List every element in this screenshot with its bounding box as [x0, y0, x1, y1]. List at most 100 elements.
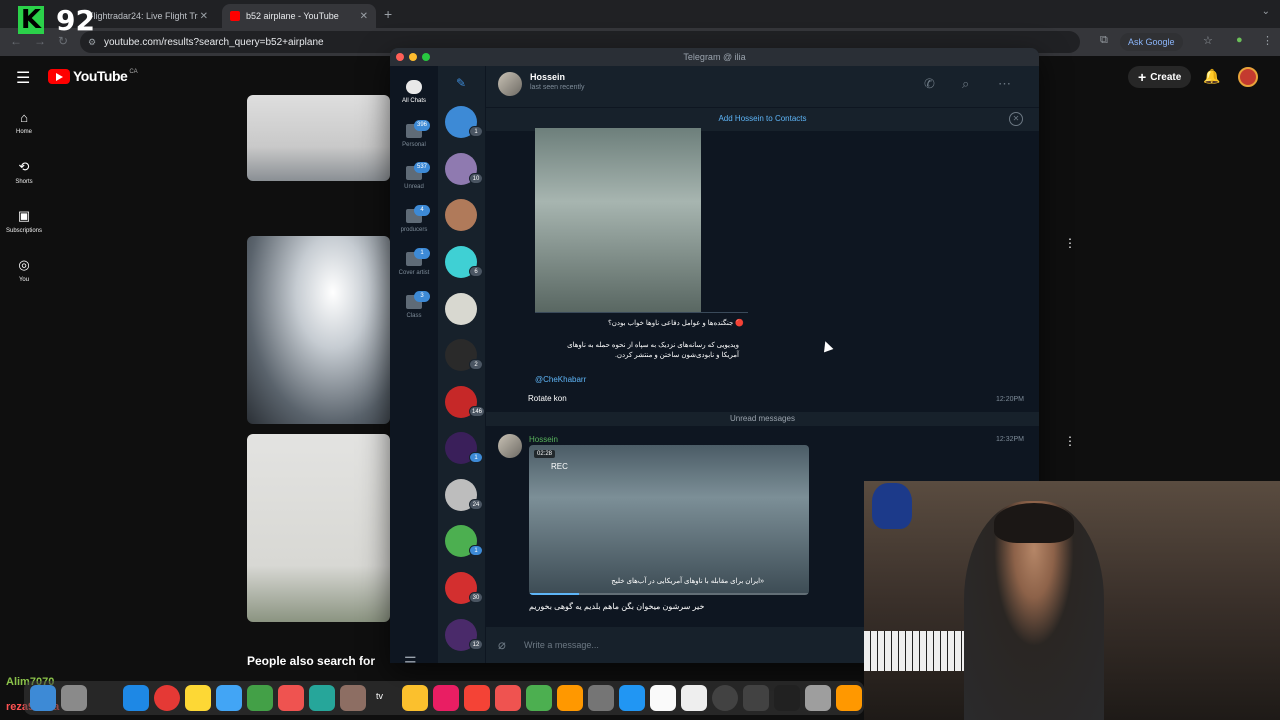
new-tab-button[interactable]: + — [384, 6, 392, 22]
chat-avatar[interactable]: 10 — [445, 153, 483, 185]
pages-icon[interactable] — [557, 685, 583, 711]
apple-tv-icon[interactable]: tv — [376, 691, 383, 701]
menu-icon[interactable]: ☰ — [16, 68, 30, 88]
calendar-icon[interactable] — [464, 685, 490, 711]
news-icon[interactable] — [495, 685, 521, 711]
video-thumbnail[interactable] — [247, 236, 390, 424]
video-rec-label: REC — [551, 462, 568, 471]
browser-menu-icon[interactable]: ⋮ — [1262, 34, 1273, 47]
message-time: 12:20PM — [995, 396, 1024, 403]
attach-icon[interactable]: ⌀ — [498, 637, 506, 653]
folder-label: Cover artist — [398, 270, 430, 276]
folder-all-chats[interactable]: All Chats — [390, 80, 438, 104]
unread-messages-divider: Unread messages — [486, 412, 1039, 426]
sender-name[interactable]: Hossein — [529, 435, 558, 444]
chat-avatar[interactable]: 24 — [445, 479, 483, 511]
install-icon[interactable]: ⧉ — [1100, 34, 1108, 47]
account-avatar[interactable] — [1238, 67, 1258, 87]
add-to-contacts-link[interactable]: Add Hossein to Contacts — [486, 114, 1039, 123]
peer-avatar[interactable] — [498, 72, 522, 96]
video-thumbnail[interactable] — [247, 434, 390, 622]
tab-search-icon[interactable]: ⌄ — [1262, 6, 1270, 17]
folder-personal[interactable]: 396 Personal — [390, 120, 438, 148]
unity-icon[interactable] — [774, 685, 800, 711]
calendar-app-icon[interactable] — [681, 685, 707, 711]
video-thumbnail[interactable] — [247, 95, 390, 181]
peer-status: last seen recently — [530, 84, 585, 91]
sidebar-item-home[interactable]: ⌂ Home — [0, 110, 48, 135]
sidebar-item-you[interactable]: ◎ You — [0, 257, 48, 283]
chat-avatar[interactable]: 30 — [445, 572, 483, 604]
facetime-icon[interactable] — [247, 685, 273, 711]
folder-cover-artist[interactable]: 1 Cover artist — [390, 248, 438, 276]
reminders-icon[interactable] — [278, 685, 304, 711]
folder-label: Personal — [402, 142, 426, 148]
photos-icon[interactable] — [185, 685, 211, 711]
notes-app-icon[interactable] — [340, 685, 366, 711]
shorts-icon: ⟲ — [18, 159, 30, 174]
close-tab-icon[interactable]: ✕ — [200, 11, 208, 22]
close-tab-icon[interactable]: ✕ — [360, 11, 368, 22]
chat-avatar[interactable] — [445, 199, 477, 231]
settings-sliders-icon[interactable]: ☰ — [404, 654, 417, 663]
macos-dock: tv — [24, 681, 864, 715]
youtube-logo[interactable]: YouTube CA — [48, 68, 138, 84]
chat-avatar[interactable]: 1 — [445, 432, 483, 464]
bookmark-star-icon[interactable]: ☆ — [1203, 34, 1213, 47]
more-options-icon[interactable]: ⋯ — [998, 76, 1011, 92]
caption-line: ویدیویی که رسانه‌های نزدیک به سپاه از نح… — [567, 342, 739, 349]
chat-avatar[interactable]: 6 — [445, 246, 483, 278]
folder-producers[interactable]: 4 producers — [390, 205, 438, 233]
chat-avatar[interactable]: 146 — [445, 386, 486, 418]
chrome-icon[interactable] — [154, 685, 180, 711]
more-actions-icon[interactable]: ⋮ — [1064, 434, 1076, 448]
sidebar-item-subscriptions[interactable]: ▣ Subscriptions — [0, 208, 48, 234]
utility-icon[interactable] — [805, 685, 831, 711]
chat-avatar[interactable]: 2 — [445, 339, 483, 371]
chat-avatar[interactable]: 12 — [445, 619, 483, 651]
numbers-icon[interactable] — [526, 685, 552, 711]
unread-badge: 1 — [469, 126, 483, 137]
safari-icon[interactable] — [123, 685, 149, 711]
fl-studio-icon[interactable] — [836, 685, 862, 711]
create-button[interactable]: + Create — [1128, 66, 1192, 88]
channel-link[interactable]: @CheKhabarr — [535, 375, 586, 384]
call-icon[interactable]: ✆ — [924, 76, 935, 92]
extension-icon[interactable]: ● — [1236, 34, 1243, 46]
chat-avatar[interactable]: 1 — [445, 106, 483, 138]
unread-badge: 12 — [469, 639, 483, 650]
video-message[interactable]: 02:28 REC «ایران برای مقابله با ناوهای آ… — [529, 445, 809, 595]
forwarded-video-preview[interactable] — [535, 128, 701, 312]
chat-avatar[interactable] — [445, 293, 477, 325]
more-actions-icon[interactable]: ⋮ — [1064, 236, 1076, 250]
folder-unread[interactable]: 537 Unread — [390, 162, 438, 190]
tab-flightradar[interactable]: Flightradar24: Live Flight Tra ✕ — [80, 4, 216, 28]
tab-youtube[interactable]: b52 airplane - YouTube ✕ — [222, 4, 376, 28]
site-info-icon[interactable]: ⚙ — [88, 37, 98, 47]
maps-icon[interactable] — [309, 685, 335, 711]
app-store-icon[interactable] — [619, 685, 645, 711]
chat-avatar[interactable]: 1 — [445, 525, 483, 557]
notion-icon[interactable] — [650, 685, 676, 711]
system-settings-icon[interactable] — [588, 685, 614, 711]
notifications-bell-icon[interactable]: 🔔 — [1203, 68, 1220, 85]
close-bar-icon[interactable]: ✕ — [1009, 112, 1023, 126]
folder-class[interactable]: 3 Class — [390, 291, 438, 319]
search-icon[interactable]: ⌕ — [962, 76, 969, 92]
forward-icon[interactable]: → — [34, 34, 46, 48]
launchpad-icon[interactable] — [61, 685, 87, 711]
music-icon[interactable] — [433, 685, 459, 711]
notes-icon[interactable] — [402, 685, 428, 711]
audio-app-icon[interactable] — [743, 685, 769, 711]
compose-icon[interactable]: ✎ — [456, 76, 466, 90]
finder-icon[interactable] — [30, 685, 56, 711]
logic-icon[interactable] — [712, 685, 738, 711]
ask-google-button[interactable]: Ask Google — [1120, 33, 1183, 51]
mail-icon[interactable] — [216, 685, 242, 711]
sender-avatar[interactable] — [498, 434, 522, 458]
sidebar-item-shorts[interactable]: ⟲ Shorts — [0, 159, 48, 185]
back-icon[interactable]: ← — [10, 34, 22, 48]
folder-label: Class — [406, 313, 422, 319]
video-progress-bar[interactable] — [529, 593, 809, 595]
peer-name[interactable]: Hossein — [530, 72, 565, 82]
